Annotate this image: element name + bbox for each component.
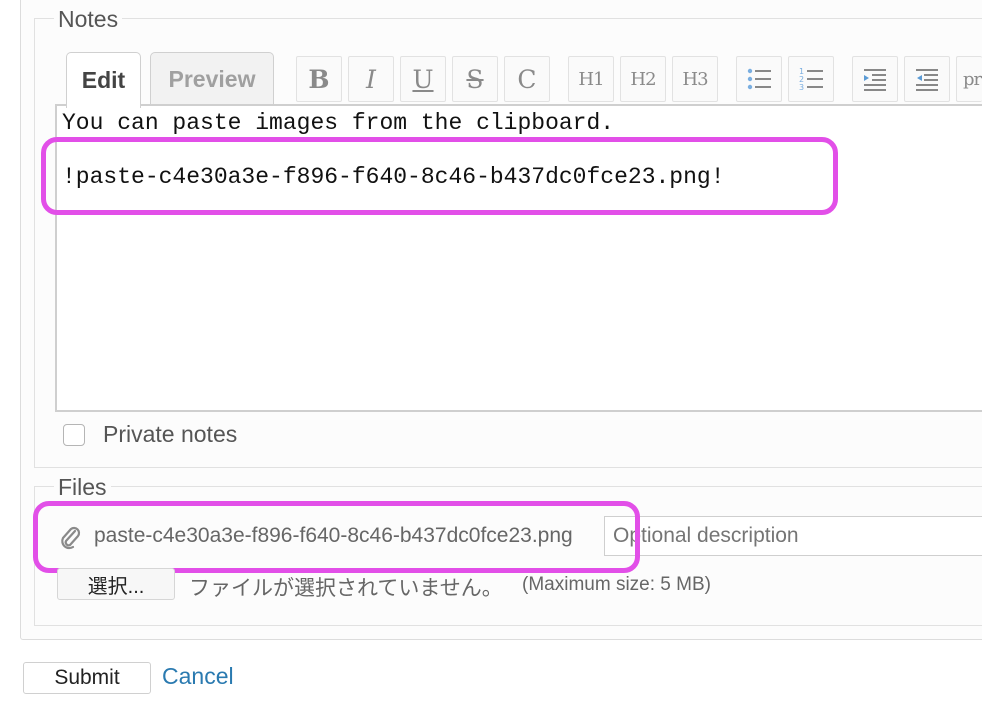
italic-button[interactable]: I [348, 56, 394, 102]
heading2-icon: H2 [630, 68, 656, 90]
heading3-icon: H3 [682, 68, 708, 90]
cancel-link[interactable]: Cancel [162, 663, 234, 690]
indent-button[interactable] [852, 56, 898, 102]
pre-icon: pr [963, 68, 982, 90]
unordered-list-button[interactable] [736, 56, 782, 102]
bullet-list-icon [747, 68, 771, 90]
underline-icon: U [412, 64, 434, 94]
indent-icon [864, 69, 886, 91]
files-legend: Files [54, 474, 111, 500]
heading1-icon: H1 [578, 68, 604, 90]
tab-preview[interactable]: Preview [150, 52, 274, 106]
strikethrough-button[interactable]: S [452, 56, 498, 102]
strikethrough-icon: S [466, 64, 484, 94]
max-size-hint: (Maximum size: 5 MB) [522, 574, 711, 595]
submit-button[interactable]: Submit [23, 662, 151, 694]
private-notes-label: Private notes [103, 421, 238, 447]
notes-textarea[interactable]: You can paste images from the clipboard.… [55, 104, 982, 412]
ordered-list-button[interactable]: 1 2 3 [788, 56, 834, 102]
inline-code-button[interactable]: C [504, 56, 550, 102]
underline-button[interactable]: U [400, 56, 446, 102]
numbered-list-icon: 1 2 3 [799, 67, 823, 92]
bold-icon: B [308, 64, 330, 94]
editor-line: You can paste images from the clipboard. [62, 110, 615, 136]
code-icon: C [517, 64, 537, 94]
heading3-button[interactable]: H3 [672, 56, 718, 102]
no-file-selected-text: ファイルが選択されていません。 [189, 577, 503, 600]
private-notes-checkbox[interactable] [63, 424, 85, 446]
heading2-button[interactable]: H2 [620, 56, 666, 102]
choose-file-button[interactable]: 選択... [57, 568, 175, 600]
notes-legend: Notes [54, 6, 123, 32]
attachment-filename: paste-c4e30a3e-f896-f640-8c46-b437dc0fce… [94, 524, 573, 547]
svg-text:3: 3 [799, 83, 804, 92]
outdent-icon [916, 69, 938, 91]
preformatted-button[interactable]: pr [956, 56, 982, 102]
paperclip-icon [61, 526, 81, 550]
files-fieldset [34, 486, 982, 626]
italic-icon: I [366, 64, 376, 94]
attachment-description-input[interactable] [604, 516, 982, 556]
outdent-button[interactable] [904, 56, 950, 102]
bold-button[interactable]: B [296, 56, 342, 102]
heading1-button[interactable]: H1 [568, 56, 614, 102]
tab-edit[interactable]: Edit [66, 52, 141, 108]
editor-image-markup: !paste-c4e30a3e-f896-f640-8c46-b437dc0fc… [62, 164, 725, 190]
